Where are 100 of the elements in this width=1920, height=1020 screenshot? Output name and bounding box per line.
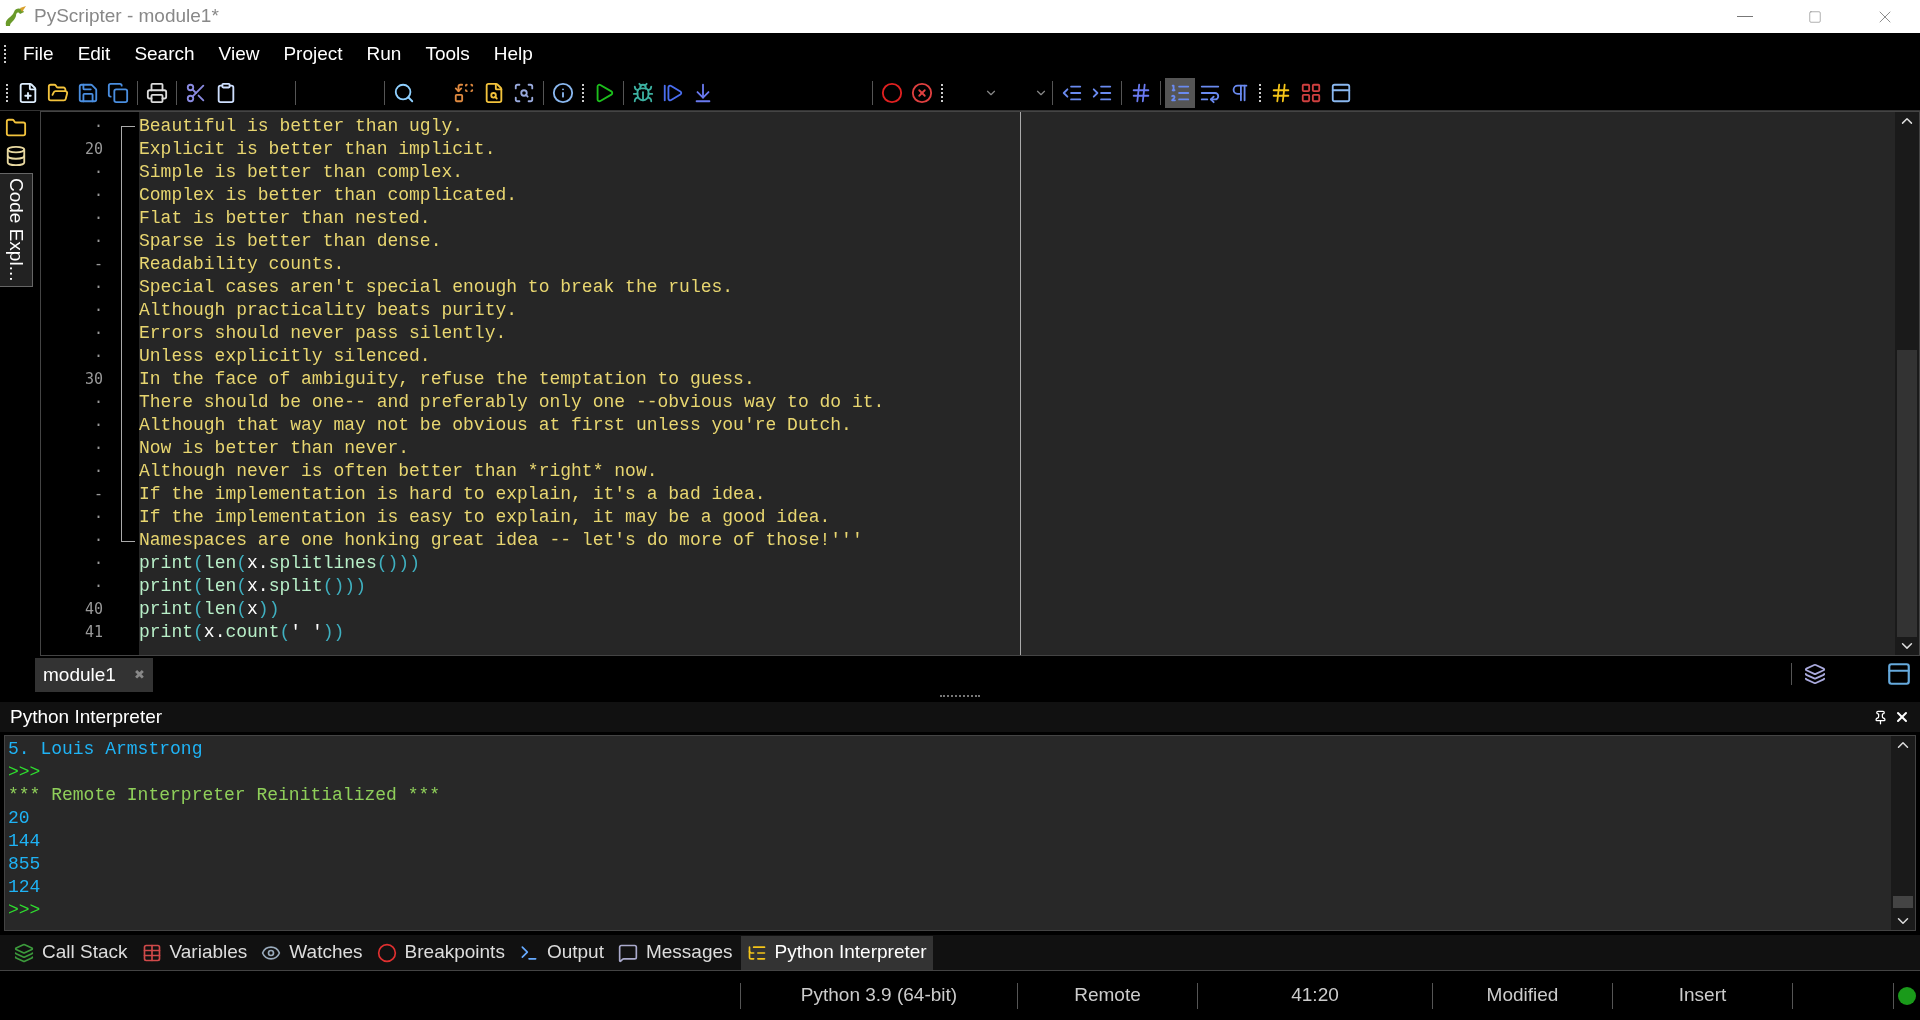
line-number: ·	[92, 415, 104, 436]
menu-item[interactable]: Help	[481, 35, 545, 73]
scrollbar-thumb[interactable]	[1897, 349, 1917, 638]
code-line: print(len(x.split()))	[139, 575, 366, 598]
line-number: ·	[92, 346, 104, 367]
status-text: 41:20	[1291, 983, 1339, 1008]
menu-item[interactable]: Search	[122, 35, 207, 73]
menu-item[interactable]: File	[11, 35, 66, 73]
fold-line[interactable]	[121, 126, 135, 542]
code-line: Flat is better than nested.	[139, 207, 431, 230]
code-line: Namespaces are one honking great idea -- let's do more of those!'''	[139, 529, 863, 552]
scrollbar-thumb[interactable]	[1893, 896, 1913, 908]
code-line: Explicit is better than implicit.	[139, 138, 496, 161]
line-number: ·	[92, 231, 104, 252]
database-icon[interactable]	[5, 145, 27, 167]
line-number: 30	[83, 369, 104, 390]
toolbar-grip[interactable]	[6, 83, 9, 102]
toolbar-grip[interactable]	[941, 83, 944, 102]
code-line: Complex is better than complicated.	[139, 184, 518, 207]
console-line: 5. Louis Armstrong	[8, 738, 203, 761]
line-number: ·	[92, 530, 104, 551]
panel-tab[interactable]: Call Stack	[8, 935, 134, 970]
window-icon[interactable]	[1886, 661, 1912, 687]
panel-tab[interactable]: Messages	[611, 935, 739, 970]
code-line: In the face of ambiguity, refuse the temptation to guess.	[139, 368, 755, 391]
line-number: ·	[92, 162, 104, 183]
tab-icon	[14, 942, 34, 963]
status-text: Remote	[1074, 983, 1141, 1008]
code-explorer-tab[interactable]: Code Expl...	[0, 173, 34, 287]
panel-tab[interactable]: Variables	[135, 935, 254, 970]
code-line: Beautiful is better than ugly.	[139, 115, 464, 138]
line-number: ·	[92, 116, 104, 137]
line-number: ·	[92, 507, 104, 528]
splitter-grip[interactable]	[940, 695, 980, 698]
code-line: Unless explicitly silenced.	[139, 345, 431, 368]
folder-icon[interactable]	[5, 117, 27, 139]
line-number: ·	[92, 277, 104, 298]
menu-item[interactable]: Run	[354, 35, 414, 73]
console-line: 855	[8, 853, 41, 876]
panel-tab[interactable]: Python Interpreter	[740, 935, 933, 970]
code-line: Special cases aren't special enough to break the rules.	[139, 276, 734, 299]
line-number: ·	[92, 576, 104, 597]
code-line: Although never is often better than *right* now.	[139, 460, 658, 483]
minimize-icon	[1737, 16, 1753, 17]
toolbar-grip[interactable]	[1259, 83, 1262, 102]
windows-icon[interactable]	[1804, 663, 1826, 685]
code-line: Although that way may not be obvious at first unless you're Dutch.	[139, 414, 852, 437]
menu-item[interactable]: Edit	[65, 35, 123, 73]
line-number: ·	[92, 553, 104, 574]
panel-tab[interactable]: Watches	[255, 935, 369, 970]
menu-item[interactable]: Project	[271, 35, 355, 73]
status-text: Modified	[1486, 983, 1559, 1008]
pin-icon[interactable]	[1873, 709, 1888, 725]
line-number: 20	[83, 139, 104, 160]
code-line: Readability counts.	[139, 253, 345, 276]
code-line: Simple is better than complex.	[139, 161, 464, 184]
code-line: print(len(x.splitlines()))	[139, 552, 420, 575]
console-line: 20	[8, 807, 30, 830]
window-title: PyScripter - module1*	[34, 4, 219, 29]
code-line: print(x.count(' '))	[139, 621, 345, 644]
menu-item[interactable]: Tools	[413, 35, 482, 73]
code-line: If the implementation is hard to explain, it's a bad idea.	[139, 483, 766, 506]
code-line: If the implementation is easy to explain, it may be a good idea.	[139, 506, 831, 529]
tab-icon	[617, 942, 638, 963]
line-number: ·	[92, 438, 104, 459]
toolbar-grip[interactable]	[582, 83, 585, 102]
console-line: 124	[8, 876, 41, 899]
line-numbers-icon[interactable]	[1165, 77, 1195, 108]
menu-item[interactable]: View	[206, 35, 272, 73]
restore-icon	[1808, 9, 1822, 24]
line-number: ·	[92, 208, 104, 229]
console-line: 144	[8, 830, 41, 853]
line-number: ·	[92, 185, 104, 206]
line-number: ·	[92, 461, 104, 482]
line-number: ·	[92, 300, 104, 321]
code-line: Although practicality beats purity.	[139, 299, 518, 322]
tab-icon	[376, 942, 397, 963]
panel-tab[interactable]: Output	[512, 935, 610, 970]
tab-close-icon[interactable]: ✖	[133, 665, 145, 685]
status-text: Insert	[1678, 983, 1727, 1008]
panel-tab[interactable]: Breakpoints	[370, 935, 511, 970]
console-line: >>>	[8, 899, 41, 922]
code-line: There should be one-- and preferably only one --obvious way to do it.	[139, 391, 885, 414]
code-line: Now is better than never.	[139, 437, 410, 460]
line-number: ·	[92, 392, 104, 413]
panel-title: Python Interpreter	[10, 704, 163, 729]
code-line: Errors should never pass silently.	[139, 322, 507, 345]
line-number: ·	[92, 323, 104, 344]
console-line: >>>	[8, 761, 41, 784]
line-number: 41	[83, 622, 104, 643]
status-light-icon	[1898, 986, 1916, 1005]
code-line: Sparse is better than dense.	[139, 230, 442, 253]
toolbar-grip[interactable]	[4, 45, 7, 63]
status-text: Python 3.9 (64-bit)	[800, 983, 958, 1008]
line-number: 40	[83, 599, 104, 620]
panel-close-icon[interactable]	[1894, 709, 1910, 725]
editor-tab[interactable]: module1 ✖	[35, 658, 153, 692]
code-line: print(len(x))	[139, 598, 280, 621]
tab-icon	[141, 942, 162, 963]
line-number: -	[92, 254, 104, 275]
